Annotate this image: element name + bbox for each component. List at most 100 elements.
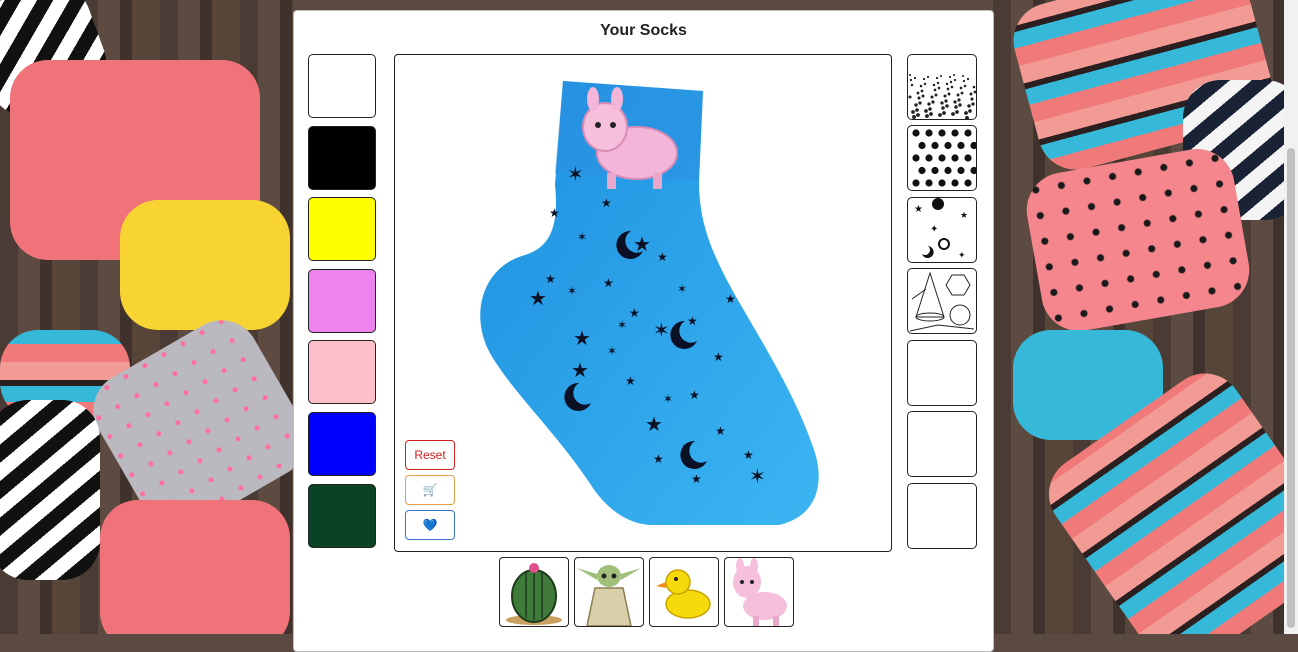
dot-mark	[954, 105, 958, 109]
color-swatch-white[interactable]	[308, 54, 376, 118]
dot-mark	[925, 179, 933, 187]
star-mark: ✶	[677, 282, 687, 296]
svg-text:★: ★	[914, 204, 923, 215]
sticker-rubber-duck[interactable]	[649, 557, 719, 627]
add-to-cart-button[interactable]: 🛒	[405, 475, 455, 505]
star-mark: ★	[549, 206, 560, 220]
page-title: Your Socks	[600, 22, 687, 39]
dot-mark	[918, 101, 922, 105]
star-mark: ✶	[607, 344, 617, 358]
dot-mark	[928, 107, 932, 111]
dot-mark	[942, 111, 946, 115]
dot-mark	[970, 166, 976, 175]
dot-mark	[967, 104, 971, 108]
polka-dots-icon	[912, 129, 976, 187]
dot-mark	[913, 76, 917, 80]
pattern-polka-dots[interactable]	[907, 125, 977, 191]
cactus-icon	[506, 563, 562, 625]
dot-mark	[910, 83, 914, 87]
dot-mark	[911, 110, 915, 114]
pattern-scatter-dots[interactable]	[907, 54, 977, 120]
page-scrollbar[interactable]	[1284, 0, 1298, 634]
dot-mark	[943, 94, 947, 98]
pattern-empty[interactable]	[907, 340, 977, 406]
star-mark: ★	[629, 306, 640, 320]
color-swatch-pink[interactable]	[308, 340, 376, 405]
star-mark: ★	[573, 326, 591, 350]
star-mark: ★	[657, 250, 668, 264]
dot-mark	[964, 154, 972, 162]
llama-icon	[733, 558, 787, 626]
dot-mark	[948, 75, 952, 79]
dot-mark	[964, 129, 972, 137]
dot-mark	[953, 100, 957, 104]
dot-mark	[972, 85, 976, 89]
color-swatch-blue[interactable]	[308, 412, 376, 476]
sock-preview: ✶★★✶★★✶★★✶★★✶★★✶★★✶★★✶★★✶★★✶★★ Reset 🛒 💙	[394, 54, 892, 552]
favorite-button[interactable]: 💙	[405, 510, 455, 540]
color-swatch-black[interactable]	[308, 125, 376, 190]
color-swatch-yellow[interactable]	[308, 197, 376, 262]
pattern-empty[interactable]	[907, 411, 977, 477]
dot-mark	[912, 154, 920, 162]
color-swatch-violet[interactable]	[308, 268, 376, 333]
geometric-icon	[909, 271, 975, 332]
dot-mark	[966, 77, 970, 81]
dot-mark	[927, 102, 931, 106]
dot-mark	[925, 154, 933, 162]
dot-mark	[937, 86, 941, 90]
dot-mark	[973, 90, 976, 94]
star-mark: ★	[601, 196, 612, 210]
dot-mark	[957, 98, 961, 102]
dot-mark	[929, 112, 933, 116]
star-mark: ★	[571, 358, 589, 382]
scrollbar-thumb[interactable]	[1287, 148, 1295, 628]
star-mark: ★	[691, 472, 702, 486]
star-mark: ★	[713, 350, 724, 364]
dot-mark	[941, 106, 945, 110]
dot-mark	[958, 103, 962, 107]
dot-mark	[938, 113, 942, 117]
dot-mark	[931, 166, 939, 175]
star-mark: ✶	[749, 464, 766, 488]
dot-mark	[916, 91, 920, 95]
dot-mark	[908, 73, 912, 77]
dot-mark	[969, 92, 973, 96]
sticker-cactus[interactable]	[499, 557, 569, 627]
baby-yoda-icon	[577, 565, 641, 626]
dot-mark	[930, 95, 934, 99]
dot-mark	[970, 97, 974, 101]
dot-mark	[922, 77, 926, 81]
dot-mark	[953, 78, 957, 82]
cart-icon: 🛒	[422, 483, 438, 497]
dot-mark	[909, 78, 913, 82]
dot-mark	[936, 81, 940, 85]
dot-mark	[951, 154, 959, 162]
star-mark: ✶	[567, 284, 577, 298]
dot-mark	[959, 86, 963, 90]
dot-mark	[970, 141, 976, 150]
dot-mark	[938, 154, 946, 162]
dot-mark	[926, 75, 930, 79]
pattern-empty[interactable]	[907, 483, 977, 549]
dot-mark	[944, 166, 952, 175]
dot-mark	[919, 84, 923, 88]
sticker-baby-yoda[interactable]	[574, 557, 644, 627]
dot-mark	[965, 116, 969, 119]
reset-button[interactable]: Reset	[405, 440, 455, 470]
striped-sock-image	[0, 400, 100, 580]
star-mark: ★	[603, 276, 614, 290]
dot-mark	[938, 179, 946, 187]
pattern-geometric[interactable]	[907, 268, 977, 334]
sticker-llama[interactable]	[724, 557, 794, 627]
dot-mark	[940, 101, 944, 105]
dot-mark	[955, 110, 959, 114]
dot-mark	[945, 82, 949, 86]
pattern-space[interactable]: ★ ✦ ★ ✦	[907, 197, 977, 263]
dot-mark	[964, 111, 968, 115]
dot-mark	[917, 96, 921, 100]
color-swatch-dark-green[interactable]	[308, 483, 376, 548]
star-mark: ★	[715, 424, 726, 438]
dot-mark	[914, 103, 918, 107]
dot-mark	[925, 129, 933, 137]
